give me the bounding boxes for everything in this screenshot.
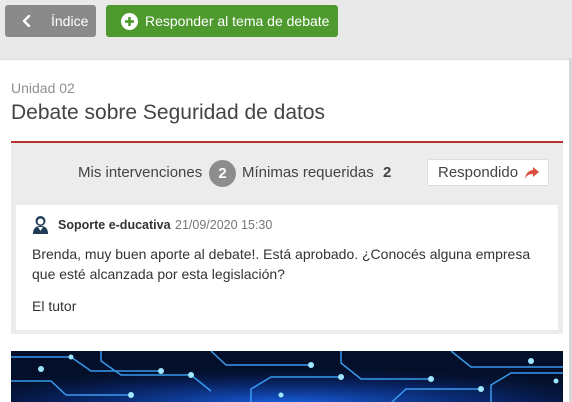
comment-author: Soporte e-ducativa	[58, 218, 171, 232]
answered-status-button[interactable]: Respondido	[427, 159, 549, 186]
interventions-panel: Mis intervenciones 2 Mínimas requeridas …	[11, 143, 563, 334]
reply-button-label: Responder al tema de debate	[145, 13, 330, 29]
reply-to-debate-button[interactable]: Responder al tema de debate	[106, 5, 338, 37]
interventions-stats: Mis intervenciones 2 Mínimas requeridas …	[11, 158, 563, 188]
top-toolbar: Índice Responder al tema de debate	[5, 5, 338, 37]
plus-circle-icon	[121, 12, 138, 30]
debate-card: Unidad 02 Debate sobre Seguridad de dato…	[0, 59, 572, 402]
chevron-left-icon	[22, 15, 31, 27]
min-required-count: 2	[383, 164, 392, 181]
tutor-comment: Soporte e-ducativa 21/09/2020 15:30 Bren…	[16, 205, 558, 330]
comment-signature: El tutor	[32, 298, 77, 314]
circuit-board-image	[11, 351, 563, 402]
user-avatar-icon	[33, 216, 48, 234]
my-interventions-count-badge: 2	[209, 160, 236, 187]
comment-date: 21/09/2020 15:30	[175, 218, 273, 232]
back-to-index-button[interactable]: Índice	[5, 5, 96, 37]
min-required-label: Mínimas requeridas	[242, 164, 374, 181]
unit-label: Unidad 02	[11, 80, 75, 96]
back-button-label: Índice	[51, 13, 89, 29]
page-title: Debate sobre Seguridad de datos	[11, 101, 326, 124]
answered-status-label: Respondido	[438, 164, 519, 181]
comment-body: Brenda, muy buen aporte al debate!. Está…	[32, 246, 531, 282]
reply-arrow-icon	[525, 166, 540, 179]
my-interventions-label: Mis intervenciones	[78, 164, 203, 181]
